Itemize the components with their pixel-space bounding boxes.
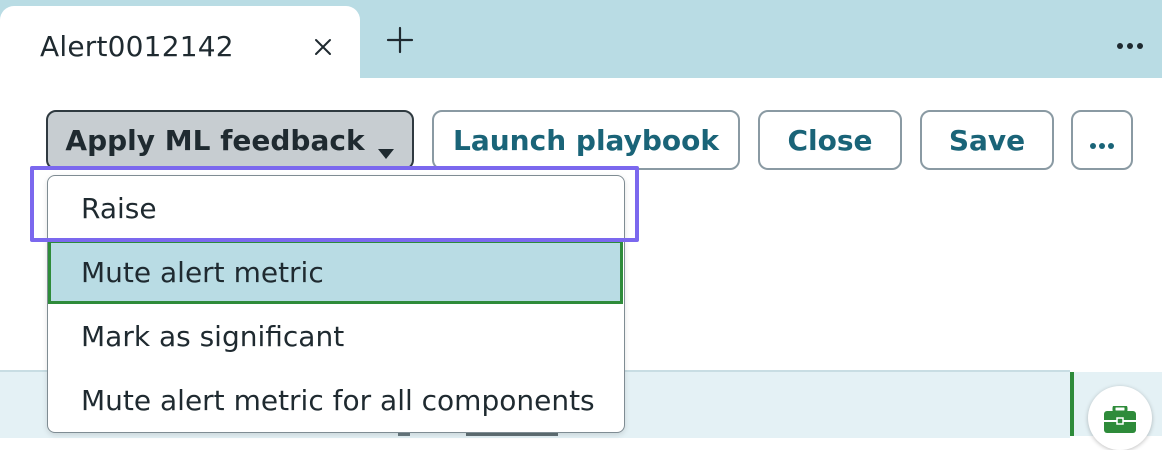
more-horizontal-icon[interactable] bbox=[1116, 36, 1144, 49]
menu-item-mark-as-significant[interactable]: Mark as significant bbox=[48, 304, 623, 368]
more-actions-button[interactable] bbox=[1071, 110, 1133, 170]
alert-toolbar: Apply ML feedback Launch playbook Close … bbox=[0, 110, 1162, 174]
menu-item-mute-alert-metric-all-components[interactable]: Mute alert metric for all components bbox=[48, 368, 623, 432]
menu-item-mute-alert-metric[interactable]: Mute alert metric bbox=[48, 240, 623, 304]
briefcase-icon bbox=[1104, 406, 1136, 433]
apply-ml-feedback-button[interactable]: Apply ML feedback bbox=[46, 110, 414, 170]
close-button[interactable]: Close bbox=[758, 110, 902, 170]
tab-alert[interactable]: Alert0012142 bbox=[0, 6, 360, 78]
briefcase-button[interactable] bbox=[1088, 386, 1152, 450]
close-icon[interactable] bbox=[310, 34, 336, 60]
ml-feedback-dropdown: Raise Mute alert metric Mark as signific… bbox=[47, 175, 625, 433]
tab-bar: Alert0012142 bbox=[0, 0, 1162, 78]
caret-down-icon bbox=[377, 134, 395, 159]
apply-ml-feedback-label: Apply ML feedback bbox=[65, 123, 365, 157]
more-horizontal-icon bbox=[1089, 124, 1115, 157]
menu-item-raise[interactable]: Raise bbox=[48, 176, 623, 240]
plus-icon[interactable] bbox=[384, 24, 416, 56]
launch-playbook-button[interactable]: Launch playbook bbox=[432, 110, 740, 170]
save-button[interactable]: Save bbox=[920, 110, 1054, 170]
tab-label: Alert0012142 bbox=[40, 30, 234, 63]
